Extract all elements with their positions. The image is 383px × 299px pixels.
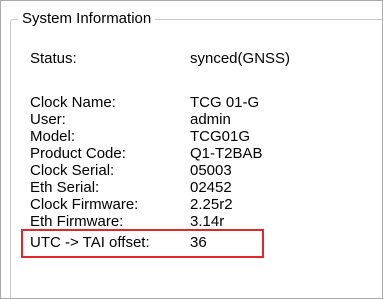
clock-serial-label: Clock Serial:: [30, 162, 115, 179]
user-value: admin: [190, 111, 231, 128]
eth-firmware-clip: Eth Firmware: 3.14r: [0, 207, 383, 229]
eth-firmware-label: Eth Firmware:: [30, 213, 124, 229]
status-value: synced(GNSS): [190, 50, 291, 67]
model-label: Model:: [30, 128, 76, 145]
product-code-value: Q1-T2BAB: [190, 145, 263, 162]
user-label: User:: [30, 111, 66, 128]
eth-serial-label: Eth Serial:: [30, 179, 100, 196]
eth-serial-value: 02452: [190, 179, 232, 196]
clock-serial-value: 05003: [190, 162, 232, 179]
product-code-label: Product Code:: [30, 145, 126, 162]
status-label: Status:: [30, 50, 77, 67]
highlight-box: [21, 229, 264, 258]
groupbox-title: System Information: [18, 9, 156, 29]
clock-name-label: Clock Name:: [30, 94, 116, 111]
clock-name-value: TCG 01-G: [190, 94, 260, 111]
model-value: TCG01G: [190, 128, 251, 145]
eth-firmware-value: 3.14r: [190, 213, 225, 229]
